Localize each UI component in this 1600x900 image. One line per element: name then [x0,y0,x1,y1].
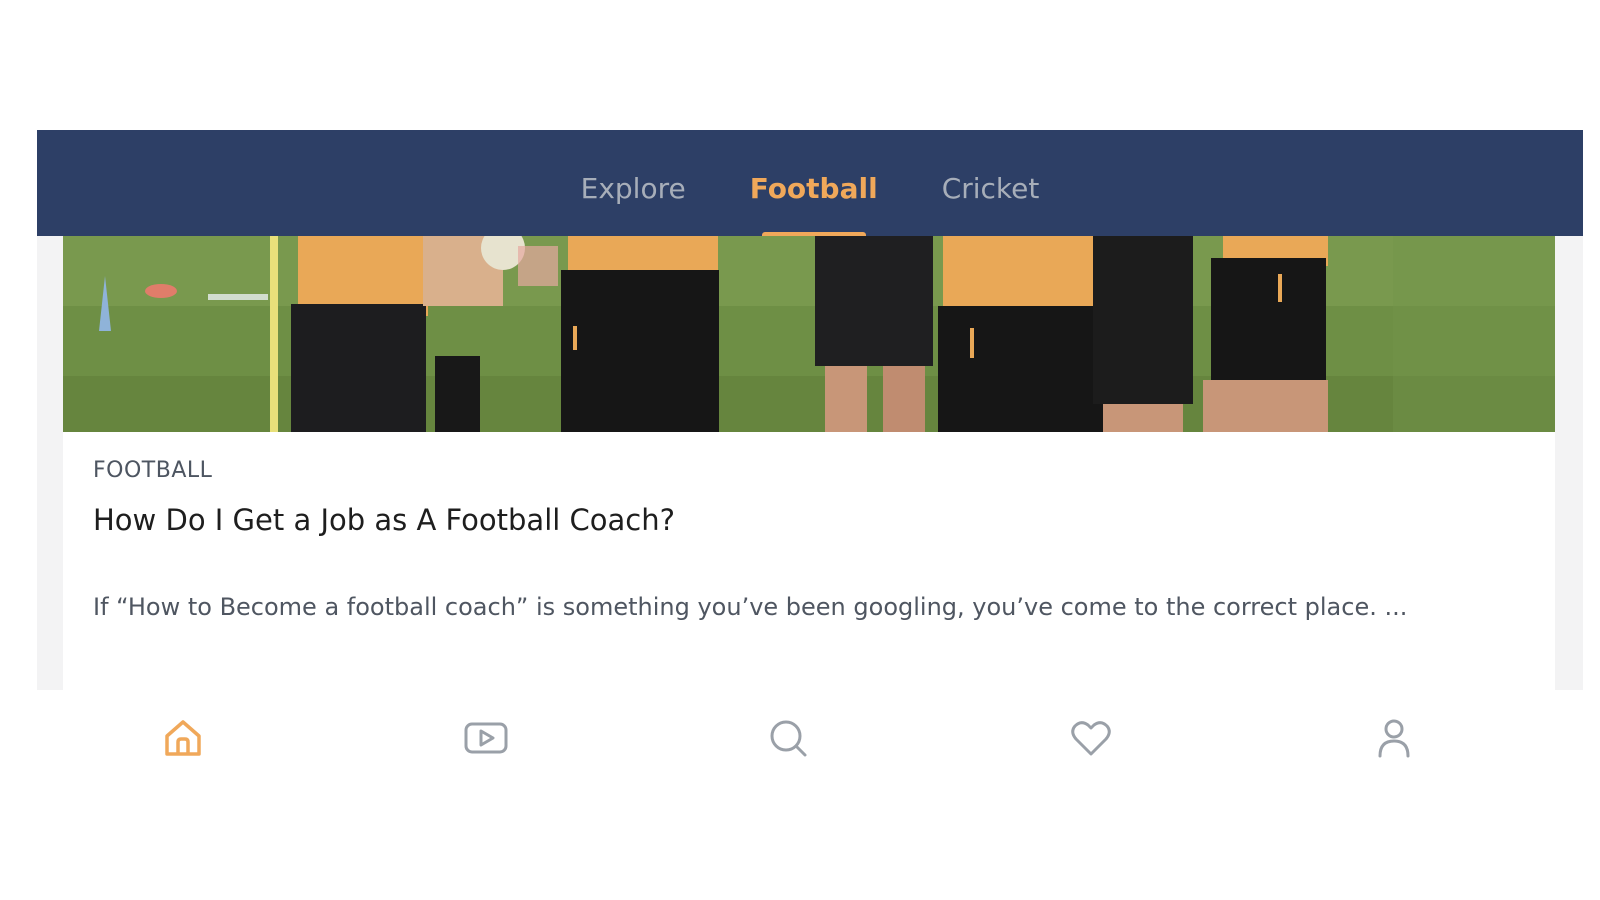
article-hero-image [63,236,1555,432]
nav-favorites-button[interactable] [1065,712,1117,764]
video-icon [464,722,508,754]
bottom-nav-bar [37,690,1583,800]
tab-explore[interactable]: Explore [581,131,686,237]
article-card[interactable]: FOOTBALL How Do I Get a Job as A Footbal… [63,236,1555,690]
article-excerpt: If “How to Become a football coach” is s… [93,593,1408,621]
profile-icon [1378,719,1410,758]
heart-icon [1071,721,1111,756]
tab-football[interactable]: Football [750,131,878,237]
article-content: FOOTBALL How Do I Get a Job as A Footbal… [93,458,1525,621]
nav-search-button[interactable] [762,712,814,764]
tab-explore-label: Explore [580,171,686,205]
home-icon [165,720,201,756]
nav-profile-button[interactable] [1368,712,1420,764]
search-icon [770,720,807,757]
category-tabs: Explore Football Cricket [37,130,1583,237]
top-nav-bar: Explore Football Cricket [37,130,1583,237]
article-title[interactable]: How Do I Get a Job as A Football Coach? [93,503,1525,537]
nav-video-button[interactable] [460,712,512,764]
app-frame: Explore Football Cricket FOOTBALL How Do… [37,130,1583,690]
tab-cricket-label: Cricket [941,171,1040,205]
article-category: FOOTBALL [93,458,213,483]
tab-cricket[interactable]: Cricket [942,131,1040,237]
nav-home-button[interactable] [157,712,209,764]
tab-football-label: Football [749,171,878,205]
